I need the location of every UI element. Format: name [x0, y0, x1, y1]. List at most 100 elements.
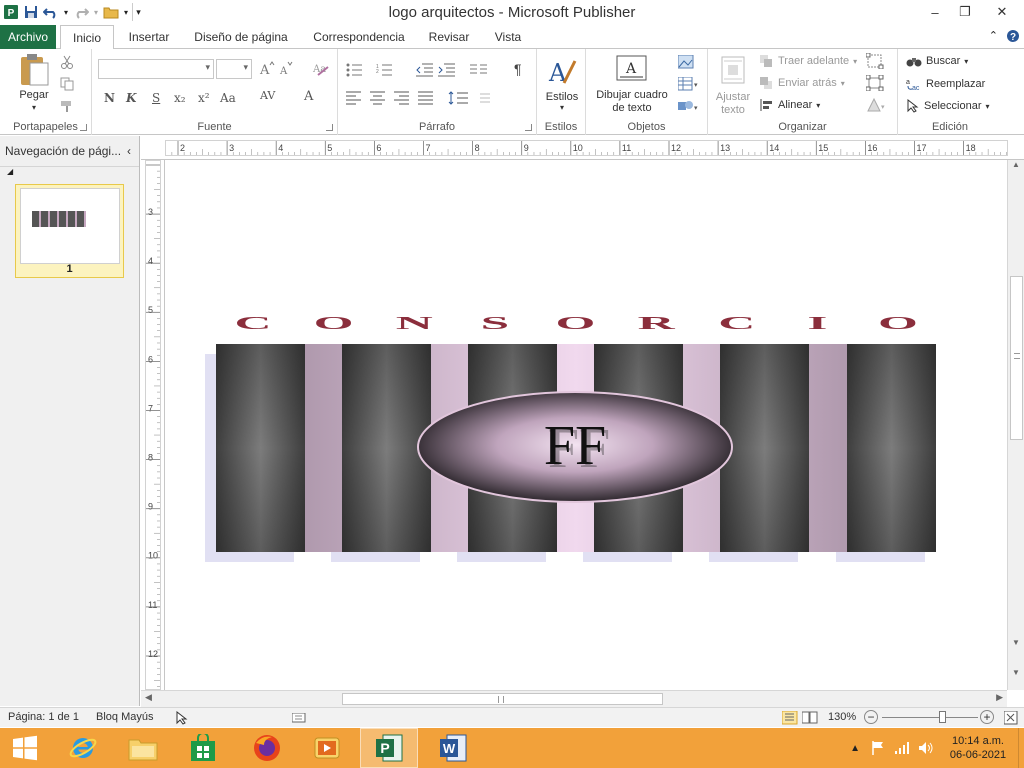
- page-thumbnail[interactable]: 1: [15, 184, 124, 278]
- align-left-icon[interactable]: [346, 91, 362, 105]
- horizontal-scroll-thumb[interactable]: [342, 693, 663, 705]
- grow-font-icon[interactable]: A: [258, 61, 276, 77]
- taskbar-file-explorer[interactable]: [114, 728, 172, 768]
- collapse-pane-icon[interactable]: ‹: [127, 136, 131, 166]
- restore-button[interactable]: ❐: [950, 0, 980, 24]
- zoom-slider-thumb[interactable]: [938, 711, 946, 723]
- taskbar-store[interactable]: [174, 728, 232, 768]
- clear-format-icon[interactable]: Aa: [312, 61, 330, 77]
- tab-insertar[interactable]: Insertar: [120, 25, 178, 49]
- zoom-in-icon[interactable]: +: [980, 710, 994, 724]
- network-signal-icon[interactable]: [894, 741, 910, 755]
- fit-page-icon[interactable]: [1004, 711, 1018, 725]
- font-color-button[interactable]: A: [304, 89, 313, 104]
- start-button[interactable]: [0, 728, 50, 768]
- cut-icon[interactable]: [60, 55, 74, 69]
- vertical-ruler[interactable]: 345678910111213: [141, 160, 165, 690]
- increase-indent-icon[interactable]: [438, 63, 456, 77]
- tab-revisar[interactable]: Revisar: [422, 25, 476, 49]
- send-backward-button[interactable]: Enviar atrás ▾: [760, 77, 845, 89]
- columns-icon[interactable]: [470, 63, 490, 77]
- document-canvas[interactable]: C O N S O R C I O FF FF: [165, 161, 1007, 690]
- find-button[interactable]: Buscar ▾: [906, 55, 968, 67]
- parrafo-launcher-icon[interactable]: [525, 124, 532, 131]
- two-page-view-icon[interactable]: [802, 711, 818, 725]
- scroll-left-icon[interactable]: ◀: [145, 692, 152, 703]
- paste-button[interactable]: Pegar ▾: [14, 53, 54, 112]
- select-button[interactable]: Seleccionar ▾: [906, 99, 990, 113]
- italic-button[interactable]: K: [126, 91, 136, 105]
- bold-button[interactable]: N: [104, 91, 115, 105]
- decrease-indent-icon[interactable]: [416, 63, 434, 77]
- superscript-button[interactable]: x²: [198, 91, 210, 105]
- line-spacing-icon[interactable]: [448, 91, 470, 105]
- font-size-combo[interactable]: [216, 59, 252, 79]
- close-button[interactable]: ✕: [980, 0, 1024, 24]
- expand-pages-icon[interactable]: ◢: [7, 167, 13, 176]
- replace-button[interactable]: a ac Reemplazar: [906, 77, 985, 91]
- paste-dropdown-icon[interactable]: ▾: [14, 103, 54, 112]
- scroll-up-icon[interactable]: ▲: [1012, 160, 1020, 169]
- single-page-view-icon[interactable]: [782, 711, 798, 725]
- shrink-font-icon[interactable]: A: [278, 61, 294, 77]
- zoom-out-icon[interactable]: −: [864, 710, 878, 724]
- taskbar-internet-explorer[interactable]: [54, 728, 112, 768]
- group-objects-icon[interactable]: [866, 53, 884, 69]
- scroll-right-icon[interactable]: ▶: [996, 692, 1003, 703]
- underline-button[interactable]: S: [152, 91, 160, 105]
- portapapeles-launcher-icon[interactable]: [80, 124, 87, 131]
- copy-icon[interactable]: [60, 77, 74, 91]
- minimize-button[interactable]: –: [920, 0, 950, 24]
- fuente-launcher-icon[interactable]: [326, 124, 333, 131]
- scroll-down-icon[interactable]: ▼: [1012, 638, 1020, 647]
- action-center-flag-icon[interactable]: [870, 740, 886, 756]
- ungroup-objects-icon[interactable]: [866, 75, 884, 91]
- tab-inicio[interactable]: Inicio: [60, 25, 114, 50]
- numbering-icon[interactable]: 12: [376, 63, 400, 77]
- character-spacing-button[interactable]: AV: [260, 89, 275, 102]
- taskbar-word[interactable]: W: [424, 728, 482, 768]
- tab-archivo[interactable]: Archivo: [0, 25, 56, 49]
- help-icon[interactable]: ?: [1006, 29, 1020, 46]
- align-button[interactable]: Alinear ▾: [760, 99, 820, 111]
- rotate-icon[interactable]: ▾: [866, 97, 888, 113]
- page-indicator[interactable]: Página: 1 de 1: [8, 711, 79, 723]
- taskbar-firefox[interactable]: [238, 728, 296, 768]
- scroll-down-end-icon[interactable]: ▼: [1012, 668, 1020, 677]
- vertical-scroll-thumb[interactable]: [1010, 276, 1023, 440]
- styles-button[interactable]: A Estilos ▾: [541, 53, 583, 117]
- taskbar-clock[interactable]: 10:14 a.m. 06-06-2021: [938, 734, 1018, 762]
- horizontal-scrollbar[interactable]: ◀ ▶: [141, 690, 1007, 707]
- paragraph-spacing-icon[interactable]: [478, 91, 500, 105]
- bullets-icon[interactable]: [346, 63, 370, 77]
- wrap-text-button[interactable]: Ajustar texto: [712, 53, 754, 117]
- draw-textbox-button[interactable]: A Dibujar cuadro de texto: [590, 53, 674, 117]
- show-hidden-icons-icon[interactable]: ▲: [850, 743, 860, 754]
- zoom-slider[interactable]: [882, 711, 978, 723]
- taskbar-publisher[interactable]: P: [360, 728, 418, 768]
- vertical-scrollbar[interactable]: ▲ ▼ ▼: [1007, 160, 1024, 690]
- zoom-level[interactable]: 130%: [828, 711, 856, 723]
- monogram-oval[interactable]: FF FF: [417, 391, 733, 503]
- font-name-combo[interactable]: [98, 59, 214, 79]
- align-center-icon[interactable]: [370, 91, 386, 105]
- format-painter-icon[interactable]: [60, 99, 74, 113]
- tab-correspondencia[interactable]: Correspondencia: [306, 25, 412, 49]
- change-case-button[interactable]: Aa: [220, 91, 236, 105]
- show-formatting-button[interactable]: ¶: [514, 61, 522, 77]
- styles-dropdown-icon[interactable]: ▾: [541, 103, 583, 112]
- tab-diseno-de-pagina[interactable]: Diseño de página: [186, 25, 296, 49]
- show-desktop-button[interactable]: [1018, 728, 1024, 768]
- collapse-ribbon-icon[interactable]: ⌃: [989, 29, 998, 46]
- table-icon[interactable]: ▾: [678, 77, 700, 91]
- bring-forward-button[interactable]: Traer adelante ▾: [760, 55, 857, 67]
- picture-icon[interactable]: [678, 55, 694, 69]
- consorcio-heading[interactable]: CONSORCIO: [234, 314, 917, 334]
- justify-icon[interactable]: [418, 91, 434, 105]
- shapes-icon[interactable]: ▾: [678, 99, 700, 113]
- volume-icon[interactable]: [918, 741, 934, 755]
- align-right-icon[interactable]: [394, 91, 410, 105]
- horizontal-ruler[interactable]: 2 3 4 5 6 7 8 9 10 11 12 13 14 15 16 17 18: [141, 136, 1024, 160]
- tab-vista[interactable]: Vista: [486, 25, 530, 49]
- taskbar-media-player[interactable]: [298, 728, 356, 768]
